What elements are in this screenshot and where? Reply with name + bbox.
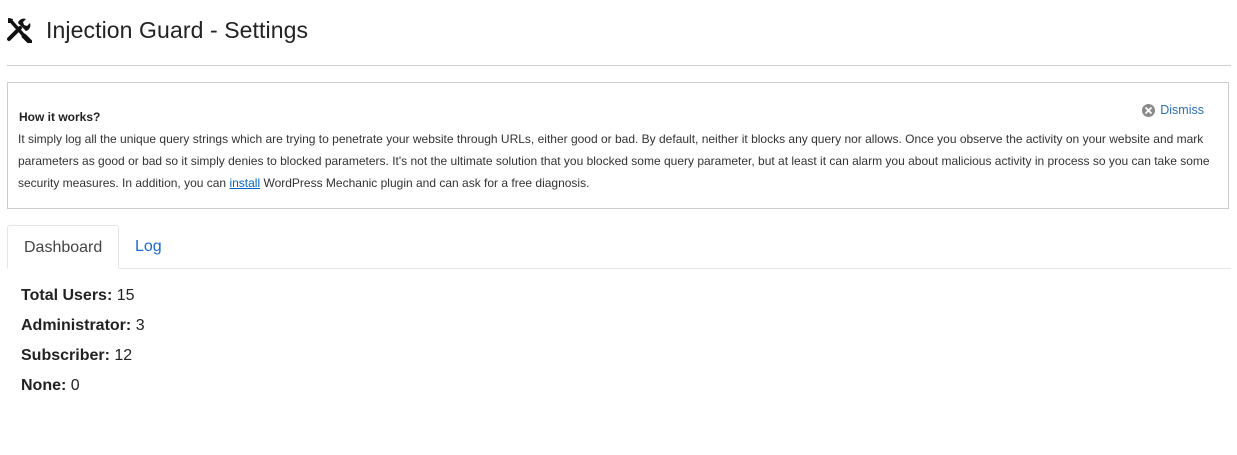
- close-circle-icon: [1142, 103, 1156, 117]
- tab-log[interactable]: Log: [119, 225, 178, 268]
- notice-text-after: WordPress Mechanic plugin and can ask fo…: [260, 176, 590, 190]
- notice-text-before: It simply log all the unique query strin…: [18, 132, 1210, 190]
- stat-subscriber: Subscriber: 12: [21, 345, 145, 375]
- notice-heading: How it works?: [19, 110, 101, 124]
- stat-label: Administrator:: [21, 317, 132, 334]
- settings-page: Injection Guard - Settings How it works?…: [0, 0, 1237, 455]
- page-header: Injection Guard - Settings: [6, 14, 308, 46]
- notice-body: It simply log all the unique query strin…: [18, 128, 1218, 194]
- tab-bar: Dashboard Log: [7, 225, 1231, 269]
- stat-value: 15: [116, 287, 135, 304]
- stat-value: 3: [135, 317, 145, 334]
- install-link[interactable]: install: [229, 176, 260, 190]
- stat-label: Total Users:: [21, 287, 113, 304]
- tools-icon: [6, 17, 33, 45]
- user-stats: Total Users: 15 Administrator: 3 Subscri…: [21, 285, 145, 405]
- info-notice: How it works? Dismiss It simply log all …: [7, 82, 1229, 209]
- stat-total-users: Total Users: 15: [21, 285, 145, 315]
- tab-dashboard[interactable]: Dashboard: [7, 225, 119, 269]
- stat-value: 12: [114, 347, 133, 364]
- stat-none: None: 0: [21, 375, 145, 405]
- dismiss-label: Dismiss: [1160, 103, 1204, 117]
- stat-value: 0: [70, 377, 80, 394]
- dismiss-button[interactable]: Dismiss: [1142, 103, 1204, 117]
- header-divider: [7, 65, 1231, 66]
- stat-administrator: Administrator: 3: [21, 315, 145, 345]
- page-title: Injection Guard - Settings: [46, 16, 309, 43]
- stat-label: Subscriber:: [21, 347, 110, 364]
- stat-label: None:: [21, 377, 67, 394]
